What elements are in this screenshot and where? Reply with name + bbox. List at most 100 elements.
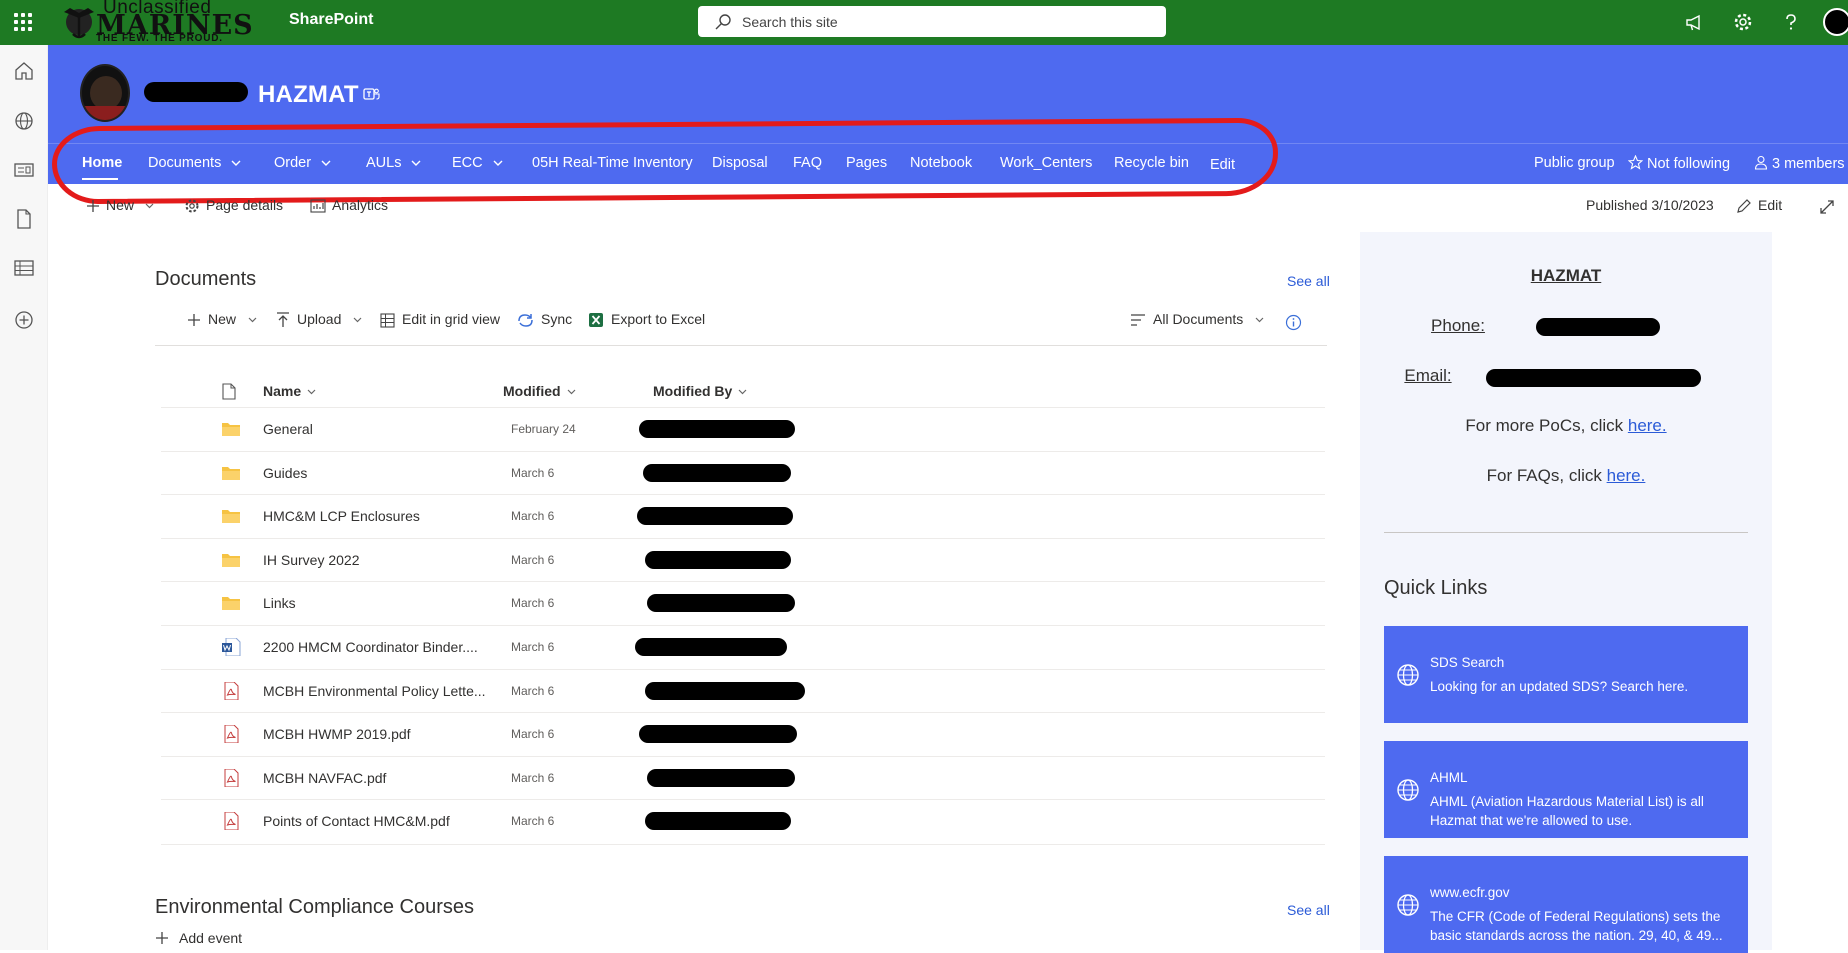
gear-icon[interactable] — [1732, 11, 1754, 33]
redaction-mark — [647, 768, 795, 787]
nav-item-05h-inventory[interactable]: 05H Real-Time Inventory — [532, 155, 693, 171]
user-avatar[interactable] — [1823, 8, 1848, 36]
folder-icon — [222, 597, 240, 611]
document-row[interactable]: MCBH NAVFAC.pdf March 6 — [161, 755, 1325, 799]
follow-button[interactable]: Not following — [1627, 154, 1730, 172]
analytics-icon — [310, 199, 326, 213]
library-new-button[interactable]: New — [187, 311, 257, 327]
document-row[interactable]: IH Survey 2022 March 6 — [161, 537, 1325, 581]
document-name[interactable]: Links — [263, 595, 296, 611]
redaction-mark — [643, 463, 791, 482]
export-excel-button[interactable]: Export to Excel — [588, 311, 705, 328]
sync-icon — [518, 313, 533, 327]
redaction-mark — [637, 507, 793, 526]
document-row[interactable]: Points of Contact HMC&M.pdf March 6 — [161, 799, 1325, 842]
globe-icon[interactable] — [13, 110, 35, 132]
app-name[interactable]: SharePoint — [289, 11, 373, 29]
document-name[interactable]: MCBH Environmental Policy Lette... — [263, 683, 486, 699]
suite-bar: Unclassified MARINES THE FEW. THE PROUD.… — [0, 0, 1848, 45]
analytics-button[interactable]: Analytics — [310, 197, 388, 214]
view-selector[interactable]: All Documents — [1130, 311, 1264, 327]
quick-link-description: AHML (Aviation Hazardous Material List) … — [1430, 794, 1704, 828]
documents-title[interactable]: Documents — [155, 268, 256, 291]
document-modified: March 6 — [511, 596, 555, 611]
pocs-link[interactable]: here. — [1628, 416, 1667, 435]
page-details-button[interactable]: Page details — [184, 197, 283, 214]
chevron-down-icon — [307, 389, 316, 395]
nav-item-disposal[interactable]: Disposal — [712, 155, 768, 171]
quick-link-ecfr[interactable]: www.ecfr.gov The CFR (Code of Federal Re… — [1384, 856, 1748, 953]
chevron-down-icon — [248, 317, 257, 323]
column-header-name[interactable]: Name — [263, 383, 316, 399]
folder-icon — [222, 553, 240, 567]
document-row[interactable]: 2200 HMCM Coordinator Binder.... March 6 — [161, 625, 1325, 668]
folder-icon — [222, 423, 240, 436]
document-row[interactable]: MCBH HWMP 2019.pdf March 6 — [161, 712, 1325, 755]
nav-item-recycle-bin[interactable]: Recycle bin — [1114, 155, 1189, 171]
column-header-modified-by[interactable]: Modified By — [653, 383, 747, 399]
home-icon[interactable] — [13, 60, 35, 82]
new-page-button[interactable]: New — [86, 197, 154, 213]
search-input[interactable] — [742, 11, 1142, 32]
nav-item-faq[interactable]: FAQ — [793, 155, 822, 171]
redaction-mark — [144, 82, 248, 102]
nav-item-work-centers[interactable]: Work_Centers — [1000, 155, 1092, 171]
megaphone-icon[interactable] — [1684, 11, 1706, 33]
create-icon[interactable] — [13, 309, 35, 331]
site-title[interactable]: HAZMAT — [258, 81, 359, 109]
expand-icon[interactable] — [1818, 198, 1836, 216]
redaction-mark — [1486, 369, 1701, 387]
search-icon — [715, 14, 731, 30]
marines-logo[interactable]: Unclassified MARINES THE FEW. THE PROUD. — [58, 0, 258, 45]
documents-see-all-link[interactable]: See all — [1287, 273, 1330, 289]
document-row[interactable]: Guides March 6 — [161, 450, 1325, 494]
nav-edit-link[interactable]: Edit — [1210, 157, 1235, 173]
redaction-mark — [639, 725, 797, 744]
file-icon[interactable] — [13, 208, 35, 230]
list-icon[interactable] — [13, 257, 35, 279]
site-logo[interactable] — [80, 64, 130, 122]
nav-item-pages[interactable]: Pages — [846, 155, 887, 171]
document-name[interactable]: IH Survey 2022 — [263, 552, 360, 568]
add-event-button[interactable]: Add event — [155, 930, 242, 946]
folder-icon — [222, 510, 240, 524]
app-launcher-icon[interactable] — [12, 11, 34, 33]
upload-button[interactable]: Upload — [276, 311, 362, 328]
quick-link-title: SDS Search — [1430, 655, 1505, 670]
document-name[interactable]: General — [263, 421, 313, 437]
document-name[interactable]: 2200 HMCM Coordinator Binder.... — [263, 639, 478, 655]
document-row[interactable]: HMC&M LCP Enclosures March 6 — [161, 494, 1325, 537]
news-icon[interactable] — [13, 159, 35, 181]
teams-icon[interactable] — [362, 85, 380, 103]
faqs-line: For FAQs, click here. — [1486, 466, 1646, 485]
chevron-down-icon — [321, 160, 331, 166]
edit-grid-view-button[interactable]: Edit in grid view — [380, 311, 500, 328]
edit-page-button[interactable]: Edit — [1736, 197, 1782, 214]
quick-link-ahml[interactable]: AHML AHML (Aviation Hazardous Material L… — [1384, 741, 1748, 838]
quick-link-sds-search[interactable]: SDS Search Looking for an updated SDS? S… — [1384, 626, 1748, 723]
sync-button[interactable]: Sync — [517, 311, 572, 328]
document-modified: March 6 — [511, 552, 555, 567]
nav-item-notebook[interactable]: Notebook — [910, 155, 972, 171]
document-name[interactable]: HMC&M LCP Enclosures — [263, 508, 420, 524]
document-row[interactable]: Links March 6 — [161, 581, 1325, 624]
faqs-link[interactable]: here. — [1607, 466, 1646, 485]
nav-item-order[interactable]: Order — [274, 155, 331, 171]
document-name[interactable]: MCBH HWMP 2019.pdf — [263, 726, 411, 742]
members-button[interactable]: 3 members — [1754, 155, 1845, 172]
document-name[interactable]: Guides — [263, 465, 307, 481]
document-modified: March 6 — [511, 509, 555, 524]
document-row[interactable]: MCBH Environmental Policy Lette... March … — [161, 668, 1325, 712]
courses-title[interactable]: Environmental Compliance Courses — [155, 896, 474, 919]
document-name[interactable]: MCBH NAVFAC.pdf — [263, 770, 386, 786]
nav-item-ecc[interactable]: ECC — [452, 155, 503, 171]
courses-see-all-link[interactable]: See all — [1287, 902, 1330, 918]
site-search[interactable] — [698, 6, 1166, 37]
document-name[interactable]: Points of Contact HMC&M.pdf — [263, 813, 450, 829]
column-header-modified[interactable]: Modified — [503, 383, 576, 399]
nav-item-auls[interactable]: AULs — [366, 155, 421, 171]
nav-item-home[interactable]: Home — [82, 155, 122, 171]
document-row[interactable]: General February 24 — [161, 407, 1325, 450]
help-icon[interactable] — [1780, 11, 1802, 33]
nav-item-documents[interactable]: Documents — [148, 155, 241, 171]
